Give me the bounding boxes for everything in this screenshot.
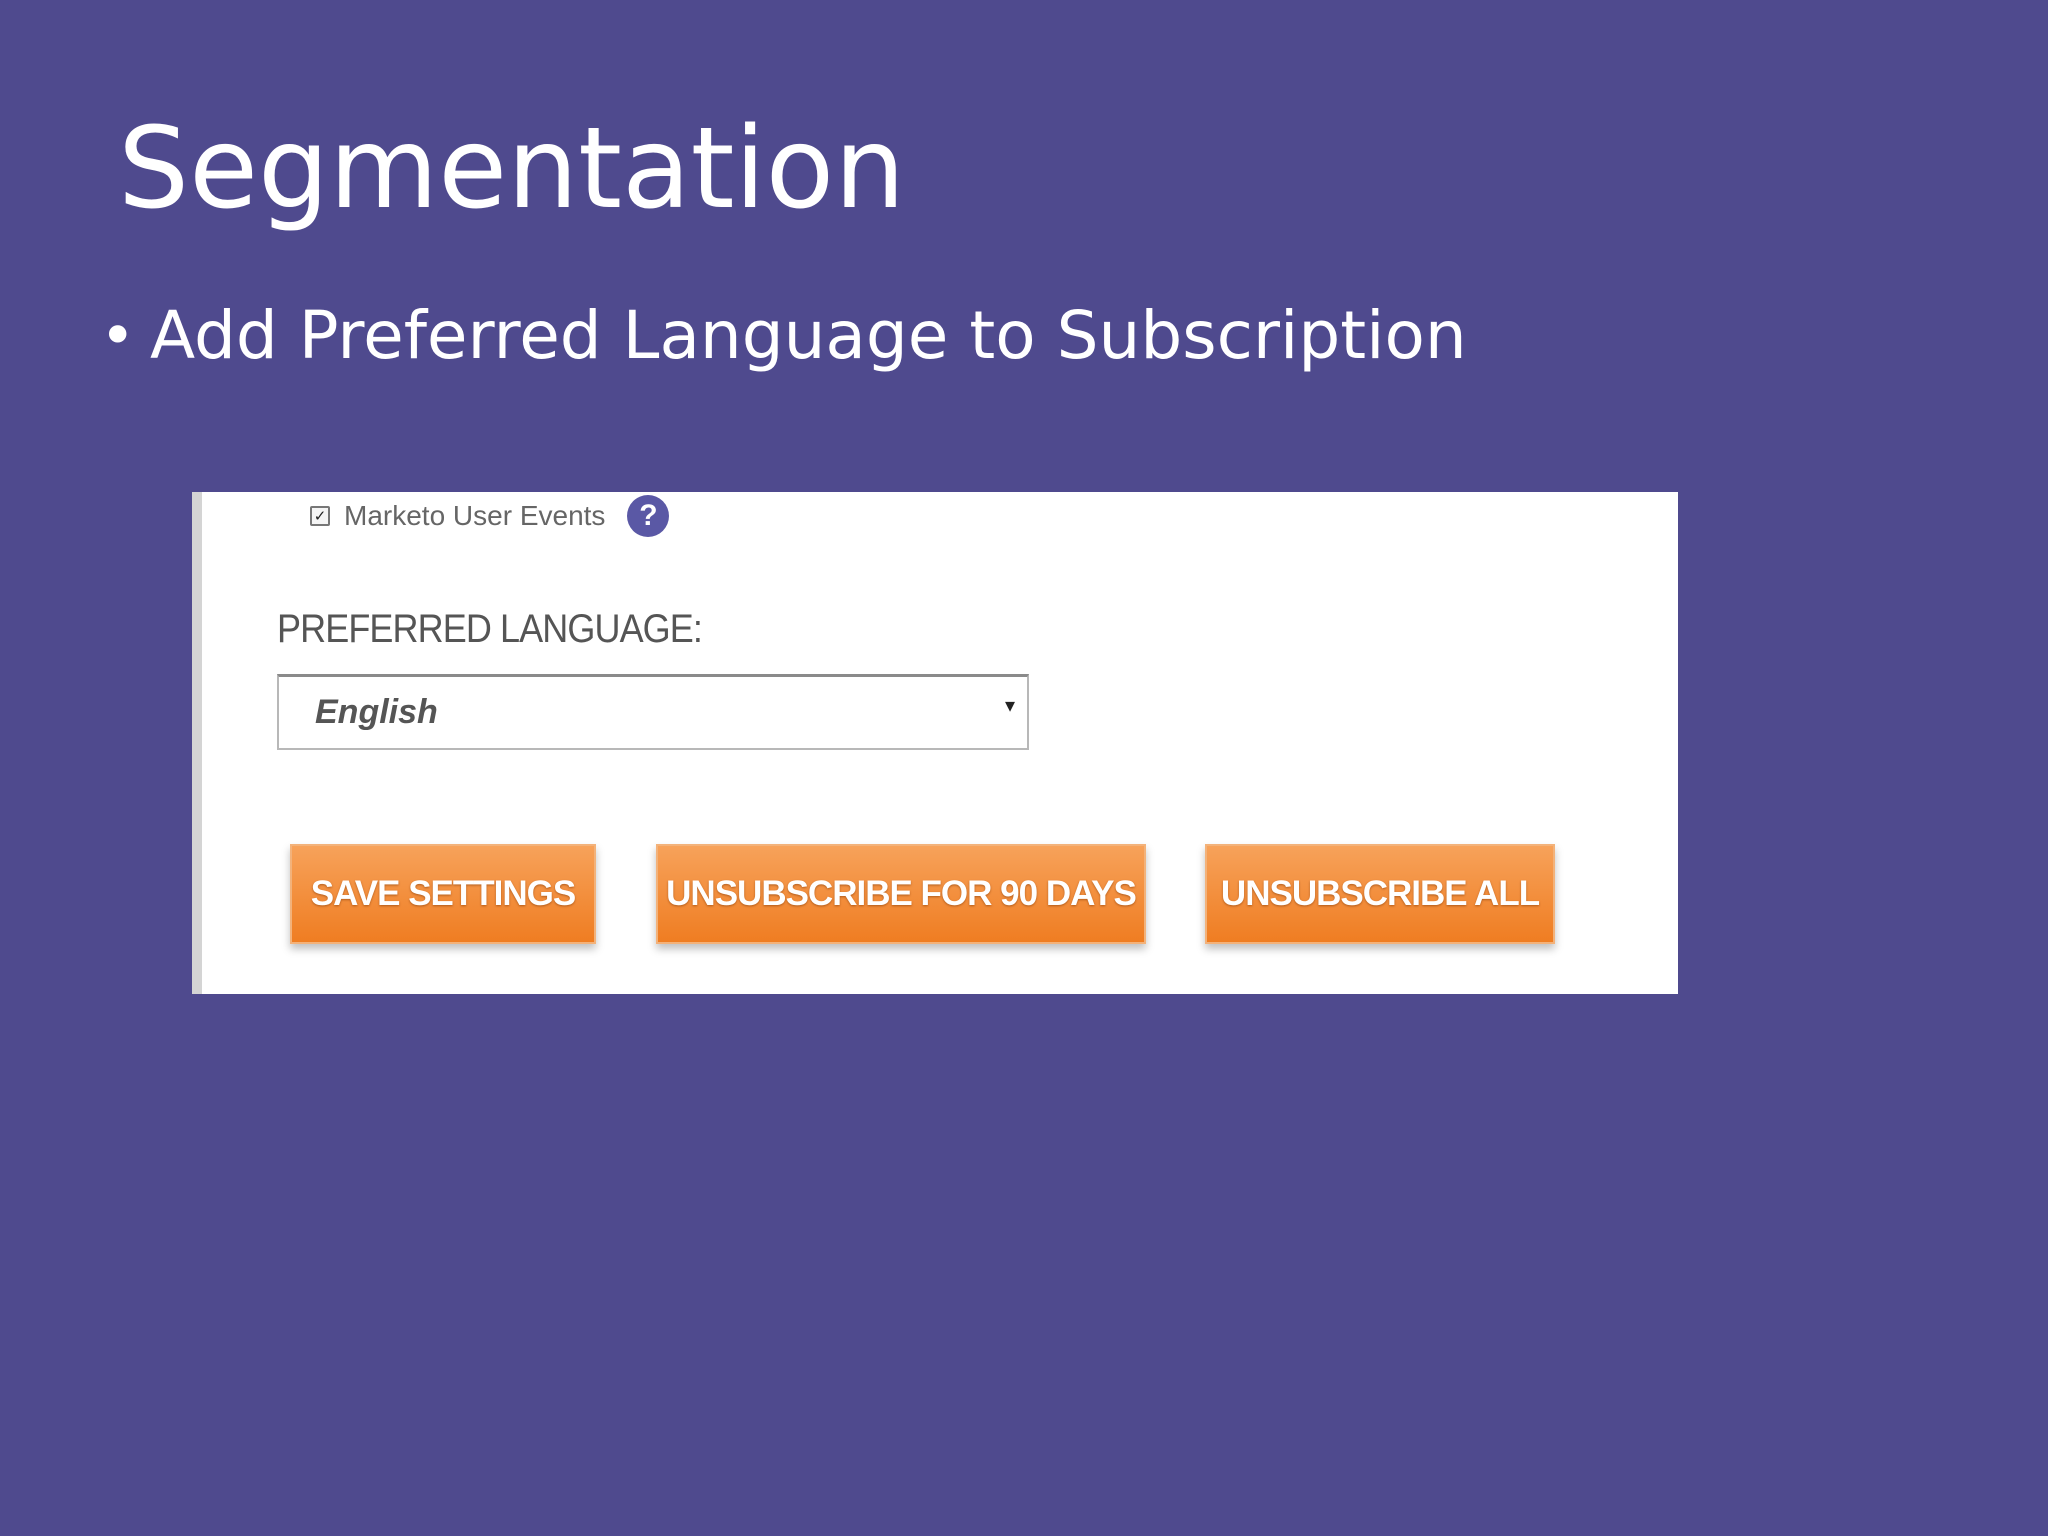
save-settings-button[interactable]: SAVE SETTINGS [290,844,596,944]
unsubscribe-all-button[interactable]: UNSUBSCRIBE ALL [1205,844,1555,944]
bullet-item: • Add Preferred Language to Subscription [100,288,1467,384]
selected-language-value: English [315,693,438,731]
preferred-language-select[interactable]: English ▾ [277,674,1029,750]
marketo-user-events-checkbox[interactable]: ✓ [310,506,330,526]
preferred-language-label: PREFERRED LANGUAGE: [277,607,703,651]
bullet-list: • Add Preferred Language to Subscription [100,288,1467,384]
bullet-dot: • [100,301,136,371]
subscription-form-screenshot: ✓ Marketo User Events ? PREFERRED LANGUA… [192,492,1678,994]
unsubscribe-90-days-button[interactable]: UNSUBSCRIBE FOR 90 DAYS [656,844,1146,944]
dropdown-arrow-icon: ▾ [1004,693,1015,717]
marketo-user-events-option: ✓ Marketo User Events ? [310,492,670,540]
slide-title: Segmentation [118,104,906,234]
checkbox-label: Marketo User Events [344,500,606,531]
help-icon[interactable]: ? [627,495,670,537]
bullet-text: Add Preferred Language to Subscription [150,297,1467,374]
